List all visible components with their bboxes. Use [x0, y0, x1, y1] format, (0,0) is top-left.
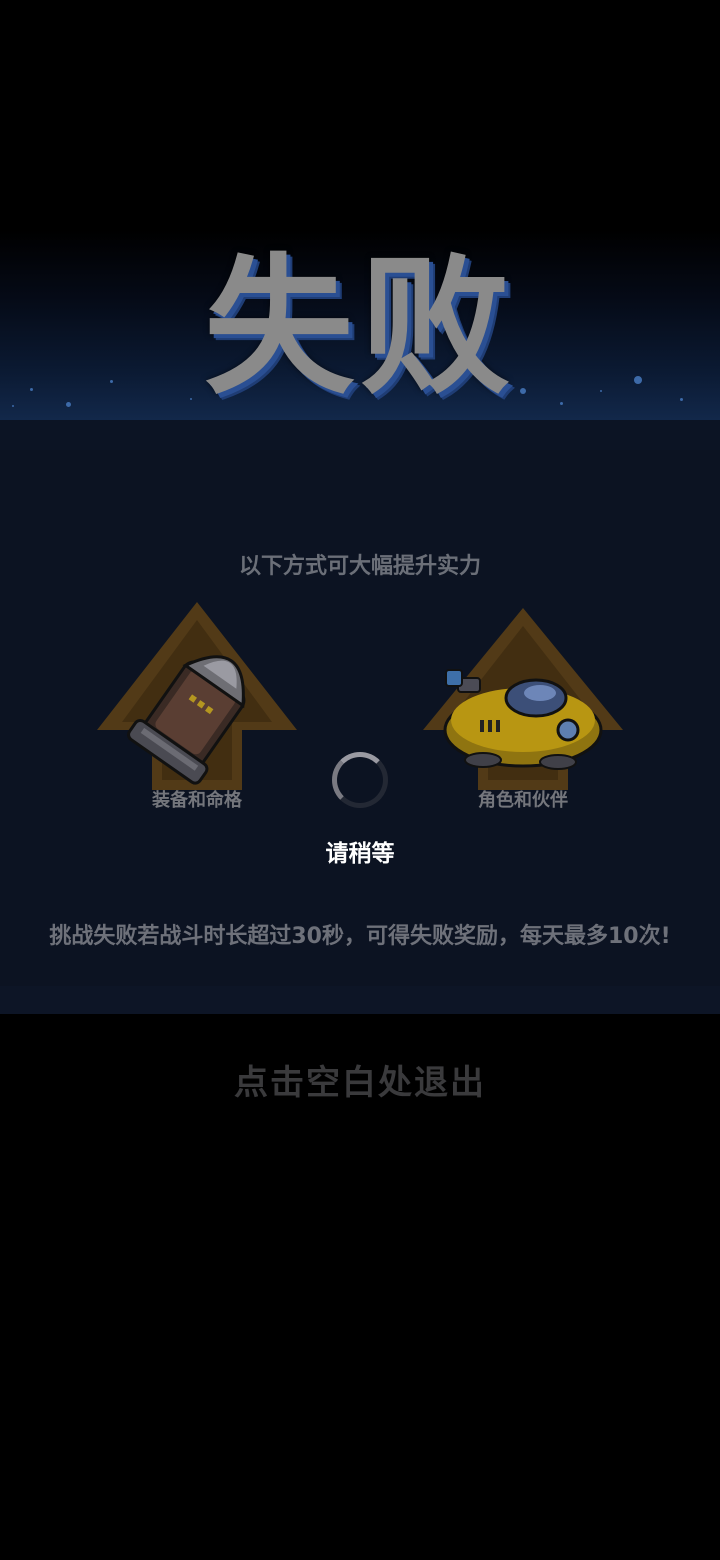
defeat-title: 失败	[203, 241, 516, 415]
option-equipment[interactable]: 装备和命格	[92, 600, 302, 820]
option-character-label: 角色和伙伴	[478, 790, 568, 811]
panel-bottom-strip	[0, 986, 720, 1014]
loading-label: 请稍等	[325, 841, 395, 867]
panel-top-strip	[0, 420, 720, 450]
reward-notice: 挑战失败若战斗时长超过30秒，可得失败奖励，每天最多10次!	[49, 924, 671, 949]
vehicle-icon	[423, 608, 623, 790]
option-character[interactable]: 角色和伙伴	[418, 600, 628, 820]
equipment-icon	[97, 602, 297, 790]
option-equipment-label: 装备和命格	[152, 790, 242, 811]
exit-hint: 点击空白处退出	[234, 1063, 486, 1103]
defeat-screen[interactable]: 失败 以下方式可大幅提升实力 装备和命格 角色和伙伴 请稍等 挑战失败若战斗时长…	[0, 0, 720, 1560]
panel-subtitle: 以下方式可大幅提升实力	[238, 554, 481, 579]
loading-spinner-icon	[332, 752, 388, 808]
